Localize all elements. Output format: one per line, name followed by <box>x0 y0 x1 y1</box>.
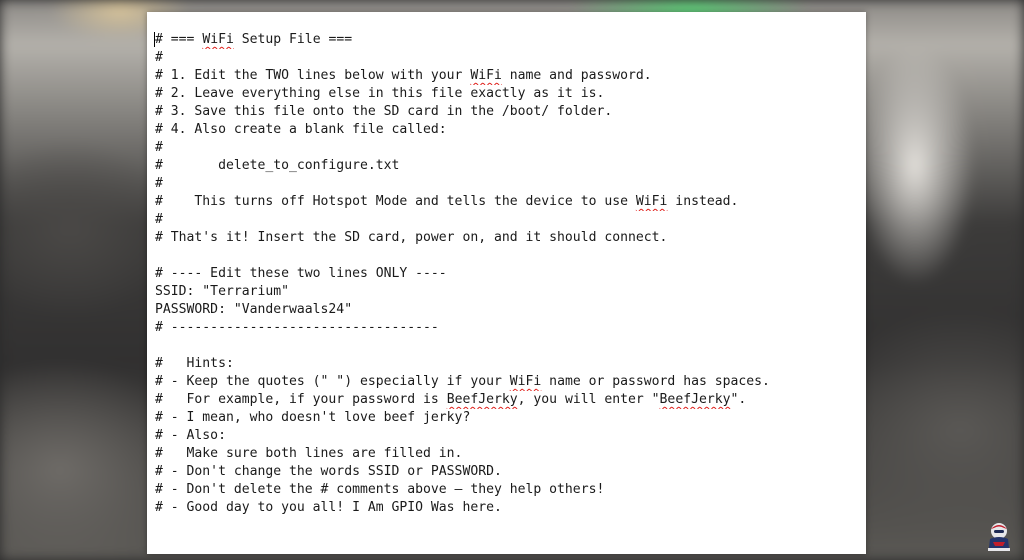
line-text: # - Keep the quotes (" ") especially if … <box>155 374 510 389</box>
text-line[interactable]: # - Also: <box>155 427 860 445</box>
text-line[interactable]: # === WiFi Setup File === <box>155 31 860 49</box>
line-text: # 2. Leave everything else in this file … <box>155 86 605 101</box>
line-text: name and password. <box>501 68 652 83</box>
text-line[interactable]: # That's it! Insert the SD card, power o… <box>155 229 860 247</box>
line-text: # 1. Edit the TWO lines below with your <box>155 68 471 83</box>
text-line[interactable]: # For example, if your password is BeefJ… <box>155 391 860 409</box>
text-line[interactable]: # <box>155 175 860 193</box>
line-text: SSID: "Terrarium" <box>155 284 290 299</box>
text-line[interactable]: # This turns off Hotspot Mode and tells … <box>155 193 860 211</box>
channel-logo-icon <box>984 520 1014 552</box>
line-text: # Hints: <box>155 356 234 371</box>
line-text: # This turns off Hotspot Mode and tells … <box>155 194 636 209</box>
text-line[interactable]: # <box>155 139 860 157</box>
text-line[interactable]: # ---------------------------------- <box>155 319 860 337</box>
line-text: ". <box>730 392 747 407</box>
text-line[interactable]: # ---- Edit these two lines ONLY ---- <box>155 265 860 283</box>
misspelled-word: BeefJerky <box>446 392 518 407</box>
text-line[interactable]: # <box>155 211 860 229</box>
text-line[interactable]: # Make sure both lines are filled in. <box>155 445 860 463</box>
line-text: # delete_to_configure.txt <box>155 158 400 173</box>
line-text: # ---------------------------------- <box>155 320 439 335</box>
line-text: instead. <box>667 194 739 209</box>
misspelled-word: WiFi <box>635 194 668 209</box>
line-text: name or password has spaces. <box>541 374 770 389</box>
text-line[interactable]: # delete_to_configure.txt <box>155 157 860 175</box>
text-line[interactable]: SSID: "Terrarium" <box>155 283 860 301</box>
text-line[interactable]: # - Don't delete the # comments above – … <box>155 481 860 499</box>
line-text: # - Don't delete the # comments above – … <box>155 482 605 497</box>
line-text: # <box>155 212 163 227</box>
line-text: # - Don't change the words SSID or PASSW… <box>155 464 502 479</box>
line-text: # - I mean, who doesn't love beef jerky? <box>155 410 471 425</box>
line-text: # 4. Also create a blank file called: <box>155 122 447 137</box>
text-line[interactable]: PASSWORD: "Vanderwaals24" <box>155 301 860 319</box>
text-editor-document[interactable]: # === WiFi Setup File === # # 1. Edit the … <box>147 12 866 554</box>
text-line[interactable] <box>155 247 860 265</box>
text-line[interactable]: # - Good day to you all! I Am GPIO Was h… <box>155 499 860 517</box>
line-text: # 3. Save this file onto the SD card in … <box>155 104 613 119</box>
line-text: # - Also: <box>155 428 226 443</box>
line-text: # That's it! Insert the SD card, power o… <box>155 230 668 245</box>
text-line[interactable]: # <box>155 49 860 67</box>
text-line[interactable]: # 3. Save this file onto the SD card in … <box>155 103 860 121</box>
line-text: # - Good day to you all! I Am GPIO Was h… <box>155 500 502 515</box>
misspelled-word: WiFi <box>470 68 502 83</box>
line-text: # For example, if your password is <box>155 392 447 407</box>
misspelled-word: WiFi <box>509 374 542 389</box>
text-line[interactable]: # - I mean, who doesn't love beef jerky? <box>155 409 860 427</box>
text-line[interactable]: # - Keep the quotes (" ") especially if … <box>155 373 860 391</box>
line-text: # <box>155 140 163 155</box>
line-text: # Make sure both lines are filled in. <box>155 446 463 461</box>
text-line[interactable]: # Hints: <box>155 355 860 373</box>
line-text: # <box>155 176 163 191</box>
line-text: Setup File === <box>233 32 353 47</box>
misspelled-word: BeefJerky <box>659 392 731 407</box>
text-line[interactable]: # 4. Also create a blank file called: <box>155 121 860 139</box>
line-text: # <box>155 50 163 65</box>
text-line[interactable]: # 1. Edit the TWO lines below with your … <box>155 67 860 85</box>
line-text: # === <box>155 32 203 47</box>
line-text: PASSWORD: "Vanderwaals24" <box>155 302 353 317</box>
text-line[interactable] <box>155 337 860 355</box>
line-text: # ---- Edit these two lines ONLY ---- <box>155 266 447 281</box>
text-line[interactable]: # - Don't change the words SSID or PASSW… <box>155 463 860 481</box>
line-text: , you will enter " <box>517 392 660 407</box>
misspelled-word: WiFi <box>202 32 234 47</box>
text-line[interactable]: # 2. Leave everything else in this file … <box>155 85 860 103</box>
file-contents[interactable]: # === WiFi Setup File === # # 1. Edit the … <box>155 31 860 517</box>
